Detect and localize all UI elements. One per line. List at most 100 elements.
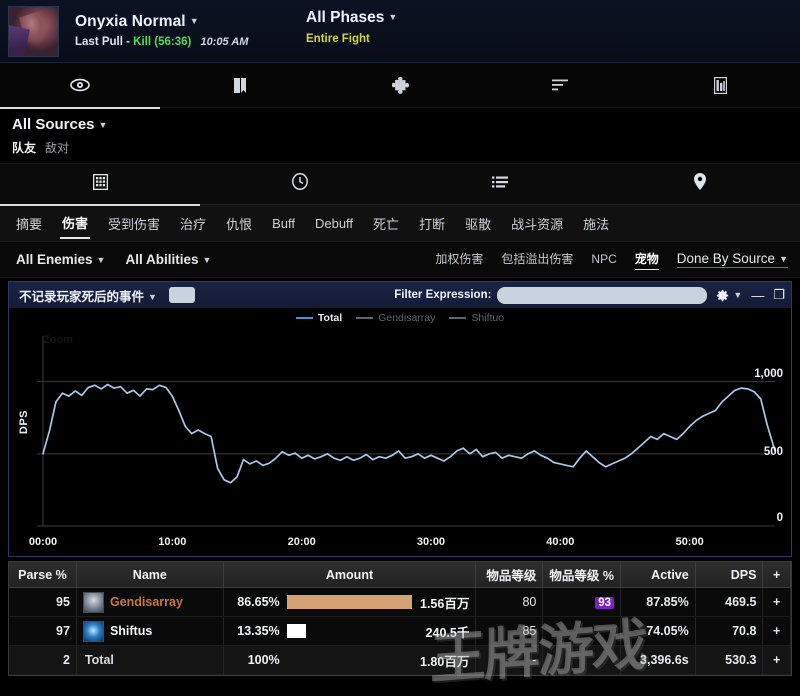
player-name: Total <box>85 653 114 667</box>
pull-info: Last Pull - Kill (56:36) 10:05 AM <box>75 35 248 50</box>
table-header-1[interactable]: Name <box>76 562 223 588</box>
tab-8[interactable]: 打断 <box>417 208 447 238</box>
table-header-4[interactable]: 物品等级 % <box>543 562 621 588</box>
cell-name[interactable]: Gendisarray <box>76 588 223 617</box>
chevron-down-icon: ▼ <box>190 16 199 27</box>
table-body: 95Gendisarray86.65%1.56百万809387.85%469.5… <box>9 588 791 675</box>
fight-info: Onyxia Normal ▼ Last Pull - Kill (56:36) … <box>75 12 248 50</box>
tab-9[interactable]: 驱散 <box>463 208 493 238</box>
amount-bar <box>287 624 306 638</box>
friendly-toggle[interactable]: 队友 <box>12 141 36 155</box>
legend-item-2[interactable]: Shiftuo <box>449 312 504 324</box>
table-row[interactable]: 2Total100%1.80百万-3,396.6s530.3+ <box>9 646 791 675</box>
cell-dps: 469.5 <box>695 588 763 617</box>
x-axis-ticks: 00:0010:0020:0030:0040:0050:00 <box>9 536 791 550</box>
small-value-input[interactable] <box>169 287 195 303</box>
building-chart-icon <box>714 77 727 94</box>
chart-plot-area[interactable]: Zoom DPS 1,0005000 00:0010:0020:0030:004… <box>9 328 791 556</box>
table-header-3[interactable]: 物品等级 <box>476 562 543 588</box>
chevron-down-icon: ▼ <box>97 255 106 265</box>
toolbar-item-chart[interactable] <box>640 63 800 107</box>
x-tick-3: 30:00 <box>417 536 445 548</box>
view-item-map[interactable] <box>600 164 800 204</box>
all-sources-dropdown[interactable]: All Sources▼ <box>12 116 800 134</box>
toolbar-item-book[interactable] <box>160 63 320 107</box>
tab-7[interactable]: 死亡 <box>371 208 401 238</box>
amount-value: 240.5千 <box>426 622 470 641</box>
puzzle-icon <box>392 77 409 94</box>
analysis-tabs: 摘要伤害受到伤害治疗仇恨 Buff Debuff 死亡打断驱散战斗资源施法 <box>0 205 800 242</box>
toolbar-item-eye[interactable] <box>0 63 160 109</box>
amount-value: 1.56百万 <box>420 593 469 612</box>
phase-title: All Phases <box>306 9 384 26</box>
filter-option-2[interactable]: NPC <box>591 252 616 268</box>
cell-active: 74.05% <box>620 617 695 646</box>
boss-portrait-icon <box>8 6 59 57</box>
expand-row-button[interactable]: + <box>763 588 791 617</box>
boss-name: Onyxia Normal <box>75 13 186 30</box>
tab-0[interactable]: 摘要 <box>14 208 44 238</box>
filter-option-0[interactable]: 加权伤害 <box>435 250 483 269</box>
gear-icon[interactable]: ▼ <box>716 289 742 302</box>
maximize-button[interactable]: ❐ <box>773 287 785 303</box>
clock-icon <box>292 173 308 195</box>
grid-table-icon <box>93 174 108 195</box>
chart-svg <box>9 328 793 556</box>
table-header-0[interactable]: Parse % <box>9 562 76 588</box>
minimize-button[interactable]: — <box>751 288 764 303</box>
death-filter-dropdown[interactable]: 不记录玩家死后的事件▼ <box>19 286 157 305</box>
warcraft-logs-app: Onyxia Normal ▼ Last Pull - Kill (56:36) … <box>0 0 800 693</box>
expand-row-button[interactable]: + <box>763 646 791 675</box>
table-header-7[interactable]: + <box>763 562 791 588</box>
secondary-icon-toolbar <box>0 164 800 205</box>
done-by-source-dropdown[interactable]: Done By Source▼ <box>677 251 788 268</box>
tab-2[interactable]: 受到伤害 <box>106 208 162 238</box>
amount-bar <box>287 595 413 609</box>
table-header-2[interactable]: Amount <box>223 562 476 588</box>
tab-4[interactable]: 仇恨 <box>224 208 254 238</box>
expand-row-button[interactable]: + <box>763 617 791 646</box>
tab-5[interactable]: Buff <box>270 210 297 236</box>
cell-name[interactable]: Shiftus <box>76 617 223 646</box>
toolbar-item-puzzle[interactable] <box>320 63 480 107</box>
tab-1[interactable]: 伤害 <box>60 207 90 239</box>
tab-11[interactable]: 施法 <box>581 208 611 238</box>
filter-option-3[interactable]: 宠物 <box>635 250 659 270</box>
source-selector-row: All Sources▼ 队友敌对 <box>0 108 800 164</box>
table-header-6[interactable]: DPS <box>695 562 763 588</box>
tab-10[interactable]: 战斗资源 <box>509 208 565 238</box>
table-header-5[interactable]: Active <box>620 562 695 588</box>
view-item-list[interactable] <box>400 164 600 204</box>
amount-percent: 100% <box>230 653 280 667</box>
amount-value: 1.80百万 <box>420 651 469 670</box>
tab-3[interactable]: 治疗 <box>178 208 208 238</box>
amount-bar-track <box>287 624 419 638</box>
table-row[interactable]: 97Shiftus13.35%240.5千8574.05%70.8+ <box>9 617 791 646</box>
done-by-source-label: Done By Source <box>677 251 775 266</box>
map-pin-icon <box>694 173 706 195</box>
cell-name[interactable]: Total <box>76 646 223 675</box>
table-row[interactable]: 95Gendisarray86.65%1.56百万809387.85%469.5… <box>9 588 791 617</box>
toolbar-item-sort[interactable] <box>480 63 640 107</box>
legend-item-0[interactable]: Total <box>296 312 342 324</box>
filter-expression-input[interactable] <box>497 287 707 304</box>
view-item-timeline[interactable] <box>200 164 400 204</box>
phase-dropdown[interactable]: All Phases▼ <box>306 8 397 28</box>
filter-options: 加权伤害包括溢出伤害 NPC 宠物 <box>417 250 658 270</box>
x-tick-1: 10:00 <box>158 536 186 548</box>
boss-name-dropdown[interactable]: Onyxia Normal ▼ <box>75 12 248 32</box>
amount-percent: 13.35% <box>230 624 280 638</box>
damage-table-element: Parse %NameAmount物品等级物品等级 %ActiveDPS+ 95… <box>9 562 791 675</box>
chart-toolbar: 不记录玩家死后的事件▼ Filter Expression: ▼ — ❐ <box>9 282 791 308</box>
cell-item-level: 80 <box>476 588 543 617</box>
view-item-grid[interactable] <box>0 164 200 206</box>
tab-6[interactable]: Debuff <box>313 210 355 236</box>
status-badge: 93 <box>595 597 614 609</box>
list-icon <box>492 175 508 193</box>
enemy-toggle[interactable]: 敌对 <box>45 141 69 155</box>
legend-label: Shiftuo <box>471 312 504 324</box>
abilities-dropdown[interactable]: All Abilities▼ <box>125 252 211 267</box>
enemies-dropdown[interactable]: All Enemies▼ <box>16 252 105 267</box>
filter-option-1[interactable]: 包括溢出伤害 <box>501 250 573 269</box>
legend-item-1[interactable]: Gendisarray <box>356 312 435 324</box>
